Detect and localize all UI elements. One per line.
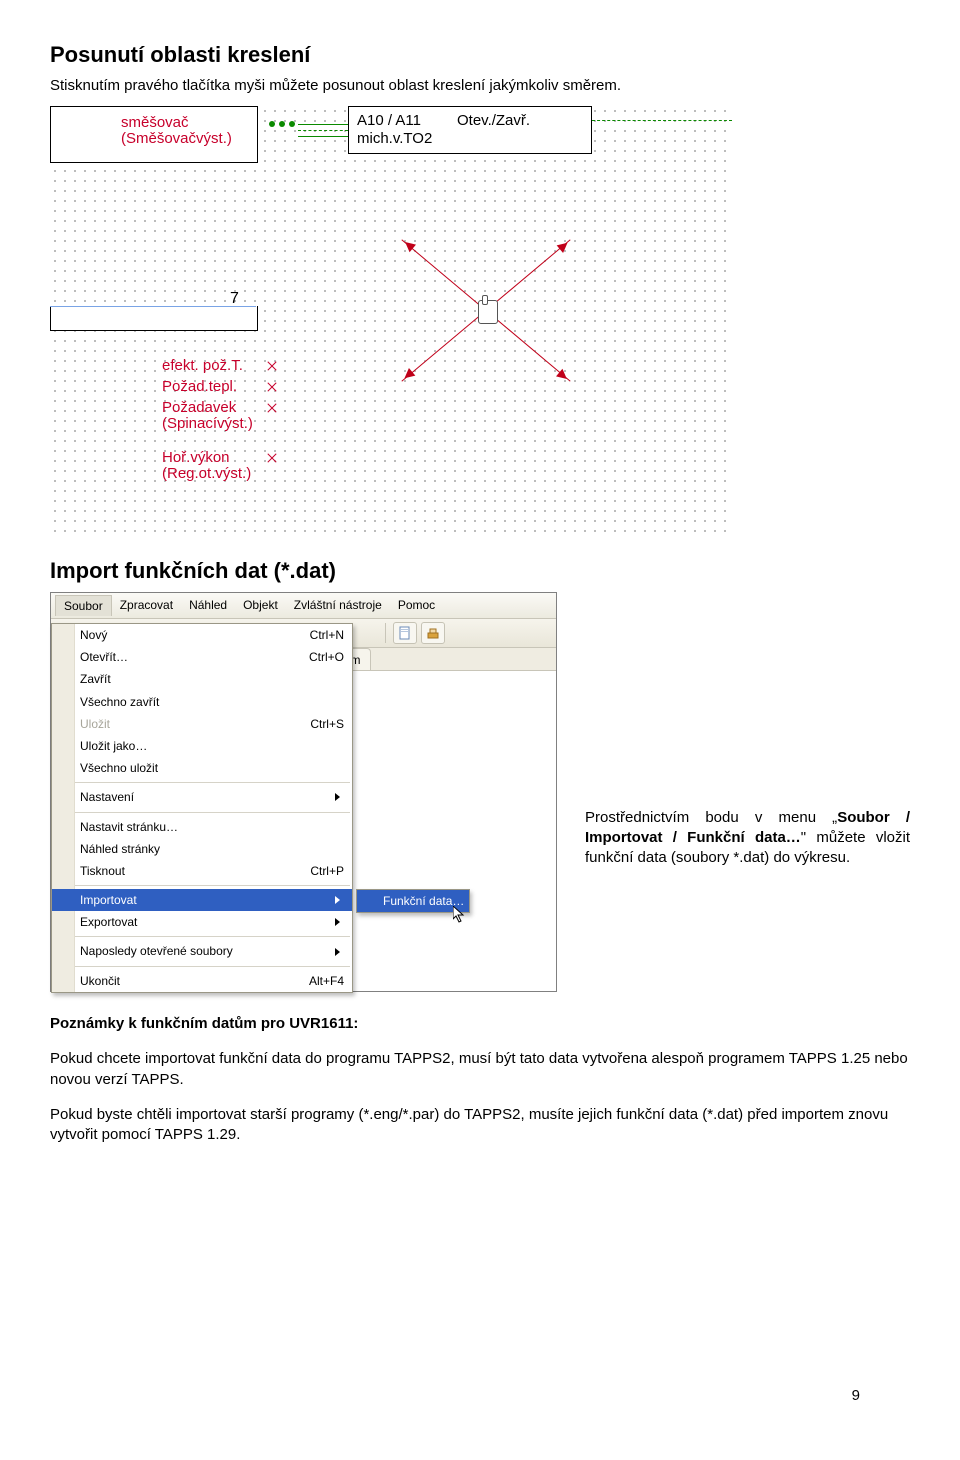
hand-cursor-icon bbox=[478, 300, 498, 324]
port-x-icon bbox=[267, 453, 277, 463]
port-dot bbox=[269, 121, 275, 127]
heading-import: Import funkčních dat (*.dat) bbox=[50, 556, 910, 586]
block-mixer-label2: (Směšovačvýst.) bbox=[121, 130, 232, 147]
menu-pomoc[interactable]: Pomoc bbox=[390, 595, 443, 615]
import-explanation: Prostřednictvím bodu v menu „Soubor / Im… bbox=[585, 592, 910, 869]
menuitem-label: Všechno zavřít bbox=[80, 694, 159, 710]
separator bbox=[54, 782, 350, 783]
lab-spinaci: (Spinacívýst.) bbox=[162, 415, 253, 432]
port-x-icon bbox=[267, 382, 277, 392]
lab-efekt: efekt. pož.T. bbox=[162, 358, 243, 374]
separator bbox=[54, 936, 350, 937]
lab-pozad: Požad.tepl. bbox=[162, 379, 237, 395]
header-box: A10 / A11 Otev./Zavř. mich.v.TO2 bbox=[348, 106, 592, 154]
menuitem-label: Zavřít bbox=[80, 671, 111, 687]
shortcut: Alt+F4 bbox=[309, 973, 344, 989]
separator bbox=[385, 623, 386, 643]
wire-dashed bbox=[592, 120, 732, 121]
menuitem-label: Exportovat bbox=[80, 914, 137, 930]
file-dropdown: Nový Ctrl+N Otevřít… Ctrl+O Zavřít Všech… bbox=[51, 623, 353, 993]
lab-reg: (Reg.ot.výst.) bbox=[162, 465, 251, 482]
page-number: 9 bbox=[852, 1386, 860, 1406]
menu-bar: Soubor Zpracovat Náhled Objekt Zvláštní … bbox=[51, 593, 556, 619]
menuitem-label: Naposledy otevřené soubory bbox=[80, 943, 233, 959]
menuitem-ulozit: Uložit Ctrl+S bbox=[52, 713, 352, 735]
wire bbox=[298, 136, 348, 137]
menuitem-ukoncit[interactable]: Ukončit Alt+F4 bbox=[52, 970, 352, 992]
port-dot bbox=[289, 121, 295, 127]
intro-posunuti: Stisknutím pravého tlačítka myši můžete … bbox=[50, 76, 910, 96]
notes-block: Poznámky k funkčním datům pro UVR1611: P… bbox=[50, 1014, 910, 1145]
hdr-otev: Otev./Zavř. bbox=[457, 111, 530, 131]
document-icon bbox=[398, 626, 412, 640]
menuitem-zavrit[interactable]: Zavřít bbox=[52, 668, 352, 690]
menu-nahled[interactable]: Náhled bbox=[181, 595, 235, 615]
import-submenu: Funkční data… bbox=[356, 889, 470, 913]
lab-pozadavek: Požadavek bbox=[162, 399, 236, 416]
menu-objekt[interactable]: Objekt bbox=[235, 595, 286, 615]
menuitem-label: Všechno uložit bbox=[80, 760, 158, 776]
menuitem-label: Nastavení bbox=[80, 789, 134, 805]
toolbar-button[interactable] bbox=[393, 622, 417, 644]
menuitem-label: Tisknout bbox=[80, 863, 125, 879]
menuitem-label: Importovat bbox=[80, 892, 137, 908]
port-x-icon bbox=[267, 361, 277, 371]
menuitem-label: Otevřít… bbox=[80, 649, 128, 665]
menuitem-exportovat[interactable]: Exportovat bbox=[52, 911, 352, 933]
shortcut: Ctrl+S bbox=[310, 716, 344, 732]
lab-hor: Hoř.výkon bbox=[162, 449, 230, 466]
menuitem-vsechno-zavrit[interactable]: Všechno zavřít bbox=[52, 691, 352, 713]
toolbar-button[interactable] bbox=[421, 622, 445, 644]
menuitem-label: Ukončit bbox=[80, 973, 120, 989]
menuitem-label: Uložit jako… bbox=[80, 738, 147, 754]
tool-icon bbox=[426, 626, 440, 640]
menuitem-label: Náhled stránky bbox=[80, 841, 160, 857]
menu-soubor[interactable]: Soubor bbox=[55, 595, 112, 616]
cursor-icon bbox=[453, 906, 467, 924]
port-dot bbox=[279, 121, 285, 127]
menuitem-naposledy[interactable]: Naposledy otevřené soubory bbox=[52, 940, 352, 962]
wire bbox=[298, 124, 348, 125]
label-seven: 7 bbox=[230, 288, 239, 310]
tapps-menu-screenshot: Soubor Zpracovat Náhled Objekt Zvláštní … bbox=[50, 592, 557, 992]
port-x-icon bbox=[267, 403, 277, 413]
menuitem-nastavit-stranku[interactable]: Nastavit stránku… bbox=[52, 816, 352, 838]
menu-zvlastni[interactable]: Zvláštní nástroje bbox=[286, 595, 390, 615]
notes-heading: Poznámky k funkčním datům pro UVR1611: bbox=[50, 1015, 358, 1032]
separator bbox=[54, 966, 350, 967]
menuitem-label: Nastavit stránku… bbox=[80, 819, 178, 835]
block-mixer-label1: směšovač bbox=[121, 114, 189, 131]
menuitem-vsechno-ulozit[interactable]: Všechno uložit bbox=[52, 757, 352, 779]
shortcut: Ctrl+O bbox=[309, 649, 344, 665]
menuitem-nahled-stranky[interactable]: Náhled stránky bbox=[52, 838, 352, 860]
menuitem-label: Uložit bbox=[80, 716, 110, 732]
txt-a: Prostřednictvím bodu v menu „ bbox=[585, 809, 837, 826]
shortcut: Ctrl+P bbox=[310, 863, 344, 879]
notes-p2: Pokud byste chtěli importovat starší pro… bbox=[50, 1105, 910, 1146]
menuitem-novy[interactable]: Nový Ctrl+N bbox=[52, 624, 352, 646]
menu-zpracovat[interactable]: Zpracovat bbox=[112, 595, 181, 615]
menuitem-label: Nový bbox=[80, 627, 107, 643]
separator bbox=[54, 812, 350, 813]
menuitem-nastaveni[interactable]: Nastavení bbox=[52, 786, 352, 808]
wire-dashed bbox=[298, 130, 348, 131]
block-strip bbox=[50, 306, 258, 331]
heading-posunuti: Posunutí oblasti kreslení bbox=[50, 40, 910, 70]
menuitem-importovat[interactable]: Importovat Funkční data… bbox=[52, 889, 352, 911]
menuitem-tisknout[interactable]: Tisknout Ctrl+P bbox=[52, 860, 352, 882]
menuitem-otevrit[interactable]: Otevřít… Ctrl+O bbox=[52, 646, 352, 668]
box-strip-top bbox=[50, 306, 256, 307]
notes-p1: Pokud chcete importovat funkční data do … bbox=[50, 1049, 910, 1090]
separator bbox=[54, 885, 350, 886]
drawing-canvas-figure: směšovač (Směšovačvýst.) A10 / A11 Otev.… bbox=[50, 106, 730, 536]
menuitem-ulozit-jako[interactable]: Uložit jako… bbox=[52, 735, 352, 757]
shortcut: Ctrl+N bbox=[310, 627, 344, 643]
menu-body: Nový Ctrl+N Otevřít… Ctrl+O Zavřít Všech… bbox=[51, 671, 556, 991]
hdr-mich: mich.v.TO2 bbox=[357, 129, 432, 149]
block-mixer: směšovač (Směšovačvýst.) bbox=[50, 106, 258, 163]
